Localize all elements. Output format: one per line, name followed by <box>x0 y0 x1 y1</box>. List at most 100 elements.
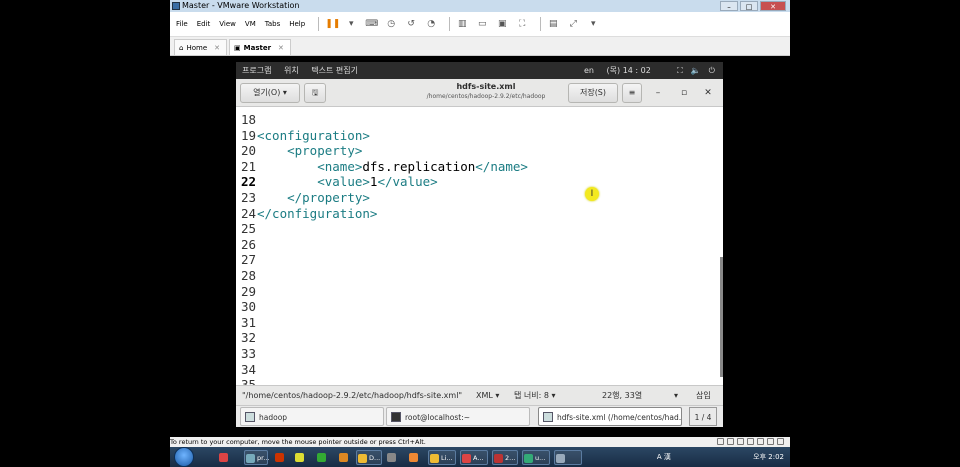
vmware-hint-bar: To return to your computer, move the mou… <box>170 437 790 447</box>
window-list-item[interactable]: hdfs-site.xml (/home/centos/had… <box>538 407 682 426</box>
taskbar-icon[interactable] <box>294 450 306 465</box>
taskbar-item[interactable]: u... <box>522 450 550 465</box>
display-icon[interactable] <box>767 438 774 445</box>
save-button[interactable]: 저장(S) <box>568 83 618 103</box>
code-line[interactable]: <configuration> <box>257 128 370 144</box>
vmware-title: Master - VMware Workstation <box>182 1 300 10</box>
clock[interactable]: (목) 14 : 02 <box>607 66 651 75</box>
fullscreen-icon[interactable]: ⛶ <box>516 18 528 30</box>
revert-snapshot-icon[interactable]: ↺ <box>405 18 417 30</box>
line-number: 24 <box>240 205 256 221</box>
tab-width-selector[interactable]: 탭 너비: 8 ▾ <box>514 386 556 405</box>
line-number: 28 <box>240 268 256 283</box>
taskbar-clock[interactable]: 오후 2:02 <box>753 453 784 461</box>
close-button[interactable]: ✕ <box>760 1 786 11</box>
taskbar-item[interactable]: 2... <box>492 450 518 465</box>
console-view-icon[interactable]: ▣ <box>496 18 508 30</box>
input-language[interactable]: en <box>584 66 594 75</box>
ime-indicator[interactable]: A 漢 <box>657 453 671 461</box>
taskbar-icon[interactable] <box>408 450 420 465</box>
menu-file[interactable]: File <box>176 20 188 28</box>
document-path: /home/centos/hadoop-2.9.2/etc/hadoop <box>426 93 546 100</box>
xml-tag: <value> <box>317 174 370 190</box>
window-list-item[interactable]: hadoop <box>240 407 384 426</box>
maximize-button[interactable]: □ <box>740 1 758 11</box>
chrome-taskbar-icon[interactable] <box>218 450 230 465</box>
language-selector[interactable]: XML ▾ <box>476 386 499 405</box>
line-number-gutter: 18 19 20 21 22 23 24 25 26 27 28 29 30 31 32 33 34 35 <box>236 107 256 385</box>
workspace-pager[interactable]: 1 / 4 <box>689 407 717 426</box>
programs-menu[interactable]: 프로그램 <box>242 66 271 75</box>
hamburger-menu-icon[interactable]: ≡ <box>622 83 642 103</box>
xml-tag: </value> <box>377 174 438 190</box>
code-line[interactable]: <name>dfs.replication</name> <box>257 159 528 175</box>
network-icon[interactable]: ⛶ <box>677 62 683 79</box>
network-adapter-icon[interactable] <box>737 438 744 445</box>
send-ctrl-alt-del-icon[interactable]: ⌨ <box>365 18 378 30</box>
taskbar-item[interactable]: Li... <box>428 450 456 465</box>
taskbar-icon[interactable] <box>386 450 398 465</box>
vm-display[interactable]: 프로그램 위치 텍스트 편집기 en (목) 14 : 02 ⛶ 🔈 ⏻ 열기(… <box>170 56 790 437</box>
pause-icon[interactable]: ❚❚ <box>325 18 340 30</box>
library-icon[interactable]: ▥ <box>456 18 468 30</box>
thumbnail-icon[interactable]: ▭ <box>476 18 488 30</box>
maximize-icon[interactable]: ▫ <box>678 87 690 99</box>
taskbar-item-vmware[interactable] <box>554 450 582 465</box>
start-button[interactable] <box>174 447 194 467</box>
dropdown-arrow-icon[interactable]: ▾ <box>345 18 357 30</box>
menu-edit[interactable]: Edit <box>197 20 211 28</box>
open-button[interactable]: 열기(O) ▾ <box>240 83 300 103</box>
tab-home[interactable]: ⌂ Home ✕ <box>174 39 227 55</box>
power-icon[interactable]: ⏻ <box>709 62 715 79</box>
menu-vm[interactable]: VM <box>245 20 256 28</box>
scrollbar[interactable] <box>720 257 723 377</box>
minimize-button[interactable]: – <box>720 1 738 11</box>
menu-view[interactable]: View <box>219 20 236 28</box>
close-tab-icon[interactable]: ✕ <box>214 40 220 56</box>
minimize-icon[interactable]: – <box>652 87 664 99</box>
terminal-icon[interactable]: ▤ <box>547 18 559 30</box>
volume-icon[interactable]: 🔈 <box>691 62 701 79</box>
sound-icon[interactable] <box>757 438 764 445</box>
hdd-icon[interactable] <box>717 438 724 445</box>
code-line[interactable]: <value>1</value> <box>257 174 438 190</box>
gnome-window-list: hadoop root@localhost:~ hdfs-site.xml (/… <box>236 405 723 427</box>
taskbar-icon[interactable] <box>338 450 350 465</box>
taskbar-item[interactable]: A... <box>460 450 488 465</box>
line-number: 20 <box>240 143 256 159</box>
code-line[interactable]: <property> <box>257 143 362 159</box>
dropdown-arrow-icon[interactable]: ▾ <box>587 18 599 30</box>
message-icon[interactable] <box>777 438 784 445</box>
taskbar-label: pr... <box>257 454 270 462</box>
line-number: 19 <box>240 127 256 143</box>
menu-tabs[interactable]: Tabs <box>265 20 281 28</box>
window-controls: – □ ✕ <box>720 1 786 11</box>
xml-tag: </property> <box>287 190 370 205</box>
line-number: 18 <box>240 112 256 127</box>
taskbar-item[interactable]: pr... <box>244 450 270 465</box>
places-menu[interactable]: 위치 <box>284 66 299 75</box>
app-menu[interactable]: 텍스트 편집기 <box>311 66 358 75</box>
snapshot-icon[interactable]: ◷ <box>385 18 397 30</box>
text-editor[interactable]: 18 19 20 21 22 23 24 25 26 27 28 29 30 31 32 33 34 35 <co… <box>236 107 723 385</box>
position-dropdown-icon[interactable]: ▾ <box>674 386 678 405</box>
xml-tag: </configuration> <box>257 205 378 221</box>
window-list-item[interactable]: root@localhost:~ <box>386 407 530 426</box>
code-line[interactable]: </property> <box>257 190 370 206</box>
taskbar-icon[interactable] <box>316 450 328 465</box>
new-document-icon[interactable]: 🖫 <box>304 83 326 103</box>
code-line[interactable]: </configuration> <box>257 206 377 222</box>
snapshot-manager-icon[interactable]: ◔ <box>425 18 437 30</box>
usb-icon[interactable] <box>747 438 754 445</box>
cd-icon[interactable] <box>727 438 734 445</box>
close-tab-icon[interactable]: ✕ <box>278 40 284 56</box>
stretch-icon[interactable]: ⤢ <box>567 18 579 30</box>
vmware-window: Master - VMware Workstation – □ ✕ File E… <box>170 0 790 447</box>
device-icons <box>717 438 784 445</box>
close-icon[interactable]: ✕ <box>702 87 714 99</box>
taskbar-item[interactable]: D... <box>356 450 382 465</box>
tab-master[interactable]: ▣ Master ✕ <box>229 39 291 55</box>
taskbar-icon[interactable] <box>274 450 286 465</box>
gedit-header-bar: 열기(O) ▾ 🖫 hdfs-site.xml /home/centos/had… <box>236 79 723 107</box>
menu-help[interactable]: Help <box>289 20 305 28</box>
